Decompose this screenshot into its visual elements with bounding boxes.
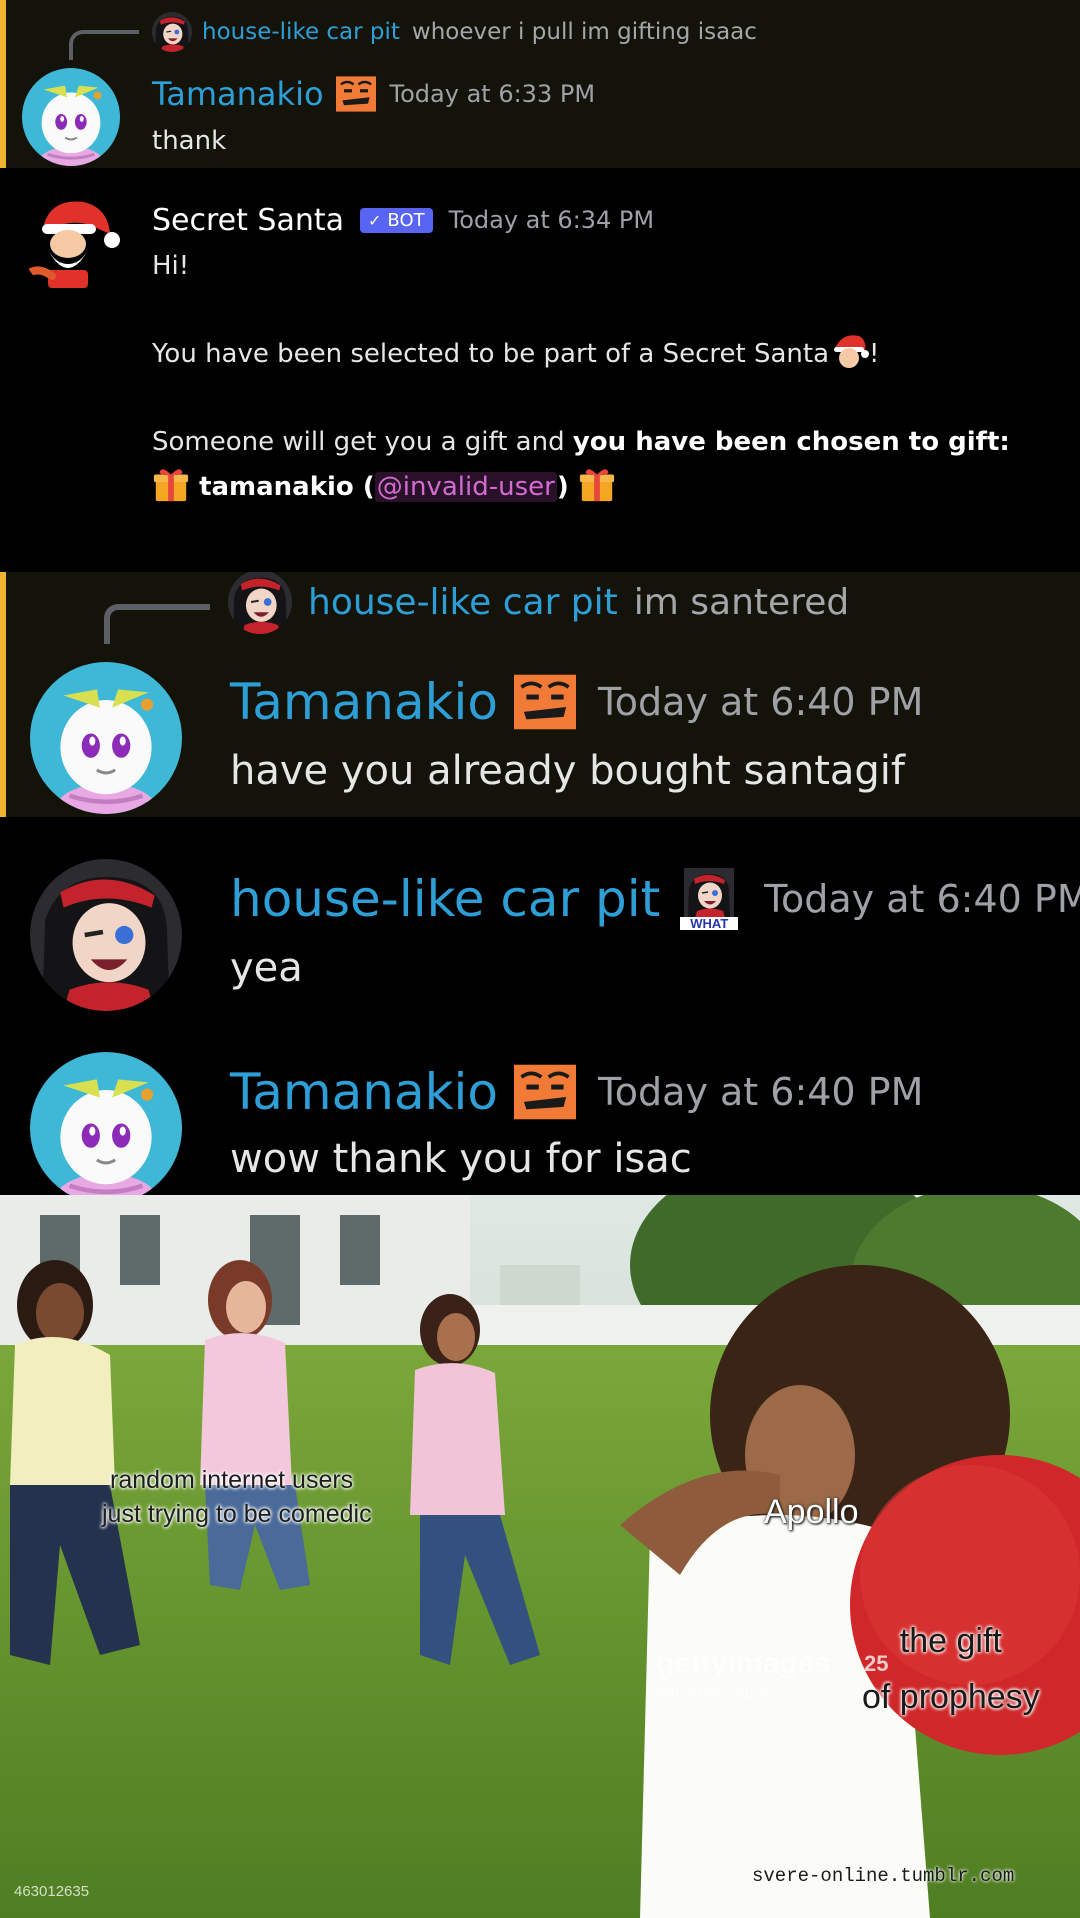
message-text: yea xyxy=(230,945,303,991)
message-header: Tamanakio Today at 6:33 PM xyxy=(152,72,595,116)
reply-text: whoever i pull im gifting isaac xyxy=(411,19,757,45)
santa-emoji-icon xyxy=(829,332,869,372)
reply-text: im santered xyxy=(633,581,850,623)
reply-avatar xyxy=(152,12,192,52)
message-header: Tamanakio Today at 6:40 PM xyxy=(230,664,923,740)
bot-tag: ✓ BOT xyxy=(360,207,433,233)
image-id: 463012635 xyxy=(14,1883,90,1900)
watermark-getty: gettyimages xyxy=(656,1647,832,1680)
role-icon xyxy=(336,76,376,112)
greeting: Hi! xyxy=(152,251,190,281)
reply-connector xyxy=(69,30,139,60)
avatar-tamanakio[interactable] xyxy=(30,662,182,814)
avatar-car-pit[interactable] xyxy=(30,859,182,1011)
avatar-tamanakio[interactable] xyxy=(22,68,120,166)
watermark-credit: Hill Street Studios xyxy=(656,1685,784,1702)
reply-connector xyxy=(104,604,210,644)
gift-icon xyxy=(152,465,190,503)
role-badge: WHAT xyxy=(678,868,740,930)
timestamp: Today at 6:40 PM xyxy=(598,680,924,724)
role-icon xyxy=(514,674,576,730)
username[interactable]: Secret Santa xyxy=(152,203,344,238)
message-car-pit-yea: house-like car pit WHAT Today at 6:40 PM… xyxy=(0,817,1080,1012)
message-header: house-like car pit WHAT Today at 6:40 PM xyxy=(230,861,1080,937)
reply-preview[interactable]: house-like car pit whoever i pull im gif… xyxy=(152,12,757,52)
gift-icon xyxy=(578,465,616,503)
check-icon: ✓ xyxy=(368,210,382,230)
chosen-line: Someone will get you a gift and you have… xyxy=(152,427,1010,457)
timestamp: Today at 6:34 PM xyxy=(448,206,655,234)
reply-avatar xyxy=(228,572,292,634)
caption-internet-users: random internet users just trying to be … xyxy=(102,1466,372,1528)
caption-gift-of-prophesy: the gift of prophesy xyxy=(862,1622,1040,1716)
message-tamanakio-santagif: house-like car pit im santered Tamanakio… xyxy=(0,572,1080,817)
user-mention[interactable]: @invalid-user xyxy=(374,472,557,502)
message-text: have you already bought santagif xyxy=(230,748,905,794)
watermark-years: 25 xyxy=(864,1651,889,1676)
selected-line: You have been selected to be part of a S… xyxy=(152,332,1010,377)
username[interactable]: Tamanakio xyxy=(230,673,498,731)
reply-author[interactable]: house-like car pit xyxy=(202,19,400,45)
meme-image: random internet users just trying to be … xyxy=(0,1195,1080,1918)
caption-apollo: Apollo xyxy=(764,1493,859,1531)
reply-author[interactable]: house-like car pit xyxy=(308,582,618,623)
recipient-line: tamanakio (@invalid-user) xyxy=(152,465,1010,510)
username[interactable]: Tamanakio xyxy=(152,75,324,113)
meme-photo xyxy=(0,1195,1080,1918)
role-icon xyxy=(514,1064,576,1120)
message-header: Tamanakio Today at 6:40 PM xyxy=(230,1054,923,1130)
timestamp: Today at 6:33 PM xyxy=(389,80,596,108)
bot-label: BOT xyxy=(387,209,425,231)
message-tamanakio-thank: house-like car pit whoever i pull im gif… xyxy=(0,0,1080,168)
message-text: thank xyxy=(152,126,227,156)
message-tamanakio-isac: Tamanakio Today at 6:40 PM wow thank you… xyxy=(0,1012,1080,1195)
timestamp: Today at 6:40 PM xyxy=(598,1070,924,1114)
message-header: Secret Santa ✓ BOT Today at 6:34 PM xyxy=(152,198,654,242)
avatar-secret-santa[interactable] xyxy=(22,194,122,294)
username[interactable]: Tamanakio xyxy=(230,1063,498,1121)
timestamp: Today at 6:40 PM xyxy=(764,877,1080,921)
badge-text: WHAT xyxy=(680,917,739,930)
reply-preview[interactable]: house-like car pit im santered xyxy=(228,572,850,634)
message-body: Hi! You have been selected to be part of… xyxy=(152,244,1010,510)
message-secret-santa: Secret Santa ✓ BOT Today at 6:34 PM Hi! … xyxy=(0,168,1080,572)
message-text: wow thank you for isac xyxy=(230,1136,692,1182)
avatar-tamanakio[interactable] xyxy=(30,1052,182,1195)
username[interactable]: house-like car pit xyxy=(230,870,660,928)
source-credit: svere-online.tumblr.com xyxy=(752,1865,1015,1887)
